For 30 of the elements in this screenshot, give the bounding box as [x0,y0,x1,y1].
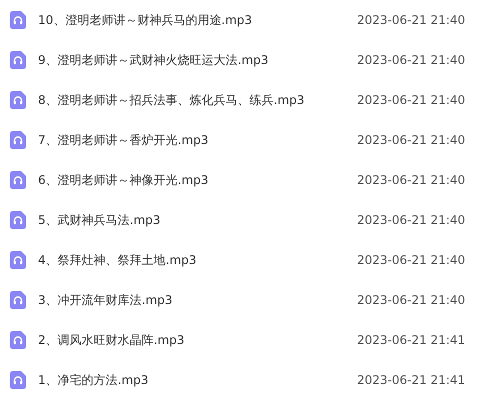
file-name[interactable]: 4、祭拜灶神、祭拜土地.mp3 [38,252,357,268]
audio-file-icon [10,171,26,189]
modified-date: 2023-06-21 21:40 [357,133,466,147]
audio-file-icon [10,211,26,229]
file-name[interactable]: 10、澄明老师讲～财神兵马的用途.mp3 [38,12,357,28]
file-name[interactable]: 5、武财神兵马法.mp3 [38,212,357,228]
file-name[interactable]: 8、澄明老师讲～招兵法事、炼化兵马、练兵.mp3 [38,92,357,108]
file-name[interactable]: 9、澄明老师讲～武财神火烧旺运大法.mp3 [38,52,357,68]
modified-date: 2023-06-21 21:40 [357,13,466,27]
audio-file-icon [10,11,26,29]
audio-file-icon [10,91,26,109]
audio-file-icon [10,291,26,309]
modified-date: 2023-06-21 21:41 [357,373,466,387]
file-name[interactable]: 1、净宅的方法.mp3 [38,372,357,388]
modified-date: 2023-06-21 21:40 [357,93,466,107]
modified-date: 2023-06-21 21:40 [357,53,466,67]
audio-file-icon [10,51,26,69]
audio-file-icon [10,371,26,389]
file-name[interactable]: 3、冲开流年财库法.mp3 [38,292,357,308]
file-name[interactable]: 2、调风水旺财水晶阵.mp3 [38,332,357,348]
modified-date: 2023-06-21 21:40 [357,213,466,227]
file-name[interactable]: 7、澄明老师讲～香炉开光.mp3 [38,132,357,148]
modified-date: 2023-06-21 21:40 [357,173,466,187]
modified-date: 2023-06-21 21:40 [357,253,466,267]
modified-date: 2023-06-21 21:41 [357,333,466,347]
file-name[interactable]: 6、澄明老师讲～神像开光.mp3 [38,172,357,188]
audio-file-icon [10,331,26,349]
modified-date: 2023-06-21 21:40 [357,293,466,307]
audio-file-icon [10,131,26,149]
audio-file-icon [10,251,26,269]
